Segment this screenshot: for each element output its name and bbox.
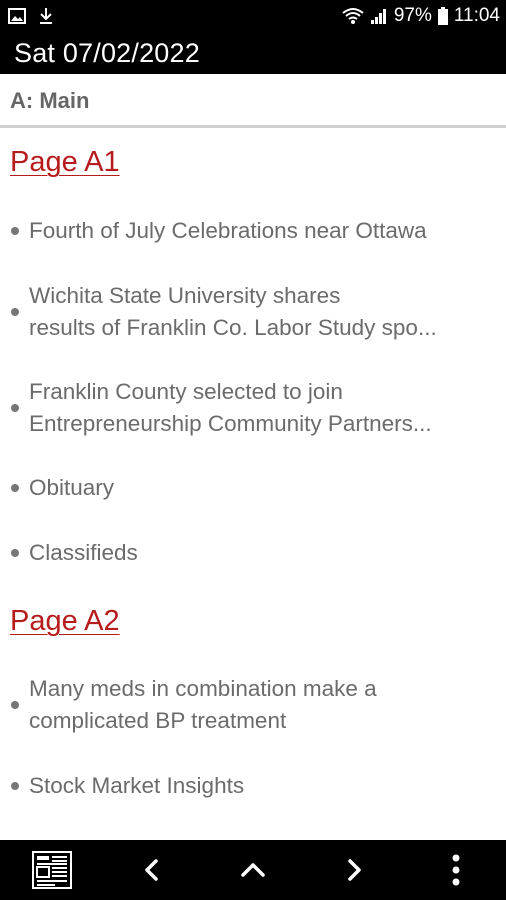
title-bar: Sat 07/02/2022	[0, 32, 506, 74]
image-icon	[8, 8, 26, 24]
bullet	[11, 549, 19, 557]
up-button[interactable]	[223, 840, 283, 900]
status-bar: 97% 11:04	[0, 0, 506, 32]
wifi-icon	[342, 8, 364, 24]
battery-percent: 97%	[393, 5, 432, 26]
article-list: Page A1 Fourth of July Celebrations near…	[0, 131, 506, 840]
bottom-nav	[0, 840, 506, 900]
article-title: Classifieds	[29, 540, 138, 565]
page-grid-icon	[32, 851, 72, 889]
article-title-line-1: Wichita State University shares	[29, 283, 341, 308]
article-title: Fourth of July Celebrations near Ottawa	[29, 218, 427, 243]
section-header: A: Main	[0, 74, 506, 128]
article-title: Obituary	[29, 475, 115, 500]
chevron-right-icon	[348, 859, 361, 881]
bullet	[11, 701, 19, 709]
next-button[interactable]	[324, 840, 384, 900]
article-title-line-2: Entrepreneurship Community Partners...	[29, 411, 432, 436]
status-left	[8, 7, 54, 25]
article-title: Stock Market Insights	[29, 773, 245, 798]
page-heading-a1[interactable]: Page A1	[10, 145, 120, 179]
article-title-line-1: Franklin County selected to join	[29, 379, 343, 404]
bullet	[11, 404, 19, 412]
section-title[interactable]: A: Main	[10, 88, 89, 114]
page-view-button[interactable]	[22, 840, 82, 900]
bullet	[11, 308, 19, 316]
battery-icon	[437, 7, 448, 25]
previous-button[interactable]	[122, 840, 182, 900]
edition-date[interactable]: Sat 07/02/2022	[14, 36, 200, 70]
more-vert-icon	[452, 854, 460, 886]
overflow-menu-button[interactable]	[426, 840, 486, 900]
chevron-up-icon	[241, 863, 265, 877]
status-right: 97% 11:04	[342, 4, 500, 28]
article-title-line-2: complicated BP treatment	[29, 708, 287, 733]
article-title-line-2: results of Franklin Co. Labor Study spo.…	[29, 315, 437, 340]
bullet	[11, 782, 19, 790]
chevron-left-icon	[145, 859, 158, 881]
download-icon	[40, 8, 52, 24]
page-heading-a2[interactable]: Page A2	[10, 604, 120, 638]
article-title-line-1: Many meds in combination make a	[29, 676, 377, 701]
clock: 11:04	[453, 5, 500, 26]
bullet	[11, 227, 19, 235]
bullet	[11, 484, 19, 492]
signal-icon	[370, 9, 386, 24]
